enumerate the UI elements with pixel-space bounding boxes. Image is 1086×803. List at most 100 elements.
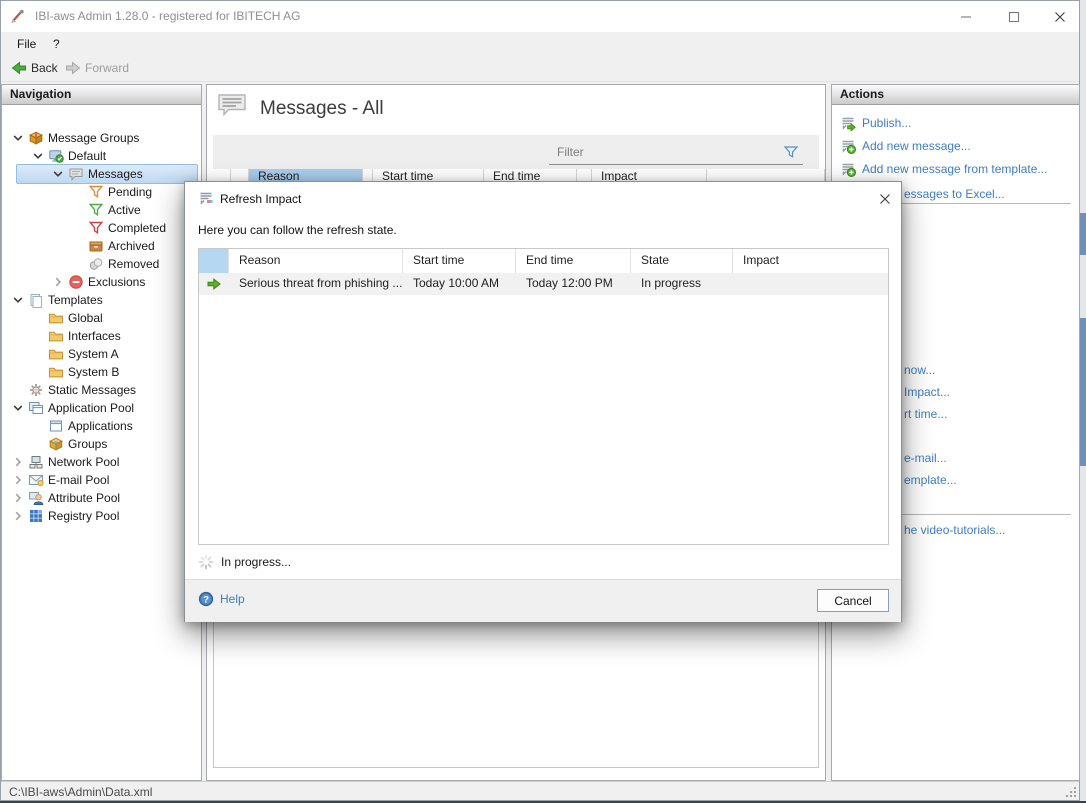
forward-button[interactable]: Forward (61, 58, 133, 78)
action-add-new-message-from-template[interactable]: Add new message from template... (840, 159, 1047, 179)
sidebar-item-static-messages[interactable]: Static Messages (2, 381, 201, 399)
window-close-button[interactable] (1043, 1, 1077, 32)
chevron-right-icon[interactable] (10, 508, 26, 524)
cancel-button[interactable]: Cancel (817, 589, 889, 612)
sidebar-item-interfaces[interactable]: Interfaces (2, 327, 201, 345)
sidebar-item-label: Attribute Pool (48, 491, 120, 505)
app-logo-icon (10, 8, 28, 26)
sidebar-item-exclusions[interactable]: Exclusions (2, 273, 201, 291)
grid-icon (28, 508, 44, 524)
resize-grip-icon[interactable] (1065, 786, 1077, 798)
sidebar-item-label: Static Messages (48, 383, 136, 397)
sidebar-item-global[interactable]: Global (2, 309, 201, 327)
sidebar-item-e-mail-pool[interactable]: E-mail Pool (2, 471, 201, 489)
dialog-col-state: State (631, 249, 733, 273)
folder-icon (48, 310, 64, 326)
add-message-icon (840, 138, 856, 154)
filter-box (549, 140, 803, 165)
action-fragment-essages-to-excel[interactable]: essages to Excel... (904, 187, 1005, 201)
dialog-col-end-time: End time (516, 249, 631, 273)
action-fragment-emplate[interactable]: emplate... (904, 473, 957, 487)
action-add-new-message[interactable]: Add new message... (840, 136, 971, 156)
folder-icon (48, 328, 64, 344)
sidebar-item-label: Interfaces (68, 329, 121, 343)
action-fragment-he-video-tutorials[interactable]: he video-tutorials... (904, 523, 1005, 537)
chevron-down-icon[interactable] (10, 130, 26, 146)
toolbar: Back Forward (1, 54, 1079, 82)
page-title: Messages - All (260, 98, 384, 120)
sidebar-item-removed[interactable]: Removed (2, 255, 201, 273)
action-fragment-impact[interactable]: Impact... (904, 385, 950, 399)
dialog-close-icon[interactable] (875, 189, 895, 209)
sidebar-item-system-a[interactable]: System A (2, 345, 201, 363)
sidebar-item-applications[interactable]: Applications (2, 417, 201, 435)
action-fragment-rt-time[interactable]: rt time... (904, 407, 947, 421)
sidebar-item-active[interactable]: Active (2, 201, 201, 219)
menu-bar: File ? (1, 32, 1079, 54)
chevron-down-icon[interactable] (10, 292, 26, 308)
refresh-status-label: In progress... (221, 555, 291, 569)
filter-strip (213, 135, 819, 169)
action-label: Add new message from template... (862, 162, 1047, 176)
chevron-right-icon[interactable] (10, 490, 26, 506)
sidebar-item-message-groups[interactable]: Message Groups (2, 129, 201, 147)
sidebar-item-label: Registry Pool (48, 509, 119, 523)
help-link[interactable]: ? Help (198, 591, 245, 607)
sidebar-item-completed[interactable]: Completed (2, 219, 201, 237)
forward-label: Forward (85, 61, 129, 75)
sidebar-item-messages[interactable]: Messages (2, 165, 201, 183)
sidebar-item-default[interactable]: Default (2, 147, 201, 165)
publish-icon (840, 115, 856, 131)
sidebar-item-groups[interactable]: Groups (2, 435, 201, 453)
help-icon: ? (198, 591, 214, 607)
sidebar-item-label: Messages (88, 167, 143, 181)
sidebar-item-attribute-pool[interactable]: Attribute Pool (2, 489, 201, 507)
package-icon (28, 130, 44, 146)
menu-help[interactable]: ? (47, 35, 66, 53)
chevron-right-icon[interactable] (10, 472, 26, 488)
refresh-status: In progress... (198, 553, 291, 571)
green-arrow-icon (206, 276, 222, 292)
maximize-button[interactable] (997, 1, 1031, 32)
menu-file[interactable]: File (11, 35, 42, 53)
chevron-down-icon[interactable] (10, 400, 26, 416)
dialog-table-row[interactable]: Serious threat from phishing ...Today 10… (199, 273, 888, 295)
sidebar-item-label: System A (68, 347, 119, 361)
sidebar-item-network-pool[interactable]: Network Pool (2, 453, 201, 471)
chevron-down-icon[interactable] (50, 166, 66, 182)
forward-arrow-icon (65, 60, 81, 76)
windows-icon (28, 400, 44, 416)
back-button[interactable]: Back (7, 58, 62, 78)
row-cell-state: In progress (631, 273, 733, 295)
back-arrow-icon (11, 60, 27, 76)
dialog-col-start-time: Start time (403, 249, 516, 273)
filter-input[interactable] (555, 142, 774, 162)
back-label: Back (31, 61, 58, 75)
sidebar-item-templates[interactable]: Templates (2, 291, 201, 309)
chevron-right-icon[interactable] (10, 454, 26, 470)
sidebar-item-label: Removed (108, 257, 159, 271)
action-publish[interactable]: Publish... (840, 113, 911, 133)
app-window: IBI-aws Admin 1.28.0 - registered for IB… (0, 0, 1080, 801)
refresh-table-header: ReasonStart timeEnd timeStateImpact (199, 249, 888, 274)
action-fragment-now[interactable]: now... (904, 363, 935, 377)
sidebar-item-archived[interactable]: Archived (2, 237, 201, 255)
chevron-right-icon[interactable] (50, 274, 66, 290)
dialog-description: Here you can follow the refresh state. (198, 223, 397, 237)
sidebar-item-pending[interactable]: Pending (2, 183, 201, 201)
person-icon (28, 490, 44, 506)
svg-text:?: ? (203, 595, 209, 606)
chevron-down-icon[interactable] (30, 148, 46, 164)
exclusion-icon (68, 274, 84, 290)
funnel-red-icon (88, 220, 104, 236)
sidebar-item-system-b[interactable]: System B (2, 363, 201, 381)
refresh-state-table: ReasonStart timeEnd timeStateImpact Seri… (198, 248, 889, 545)
minimize-button[interactable] (949, 1, 983, 32)
sidebar-item-registry-pool[interactable]: Registry Pool (2, 507, 201, 525)
dialog-col-impact: Impact (733, 249, 888, 273)
sidebar-item-application-pool[interactable]: Application Pool (2, 399, 201, 417)
action-fragment-e-mail[interactable]: e-mail... (904, 451, 947, 465)
row-cell-end-time: Today 12:00 PM (516, 273, 631, 295)
sidebar-item-label: Groups (68, 437, 107, 451)
filter-funnel-icon[interactable] (783, 144, 799, 160)
